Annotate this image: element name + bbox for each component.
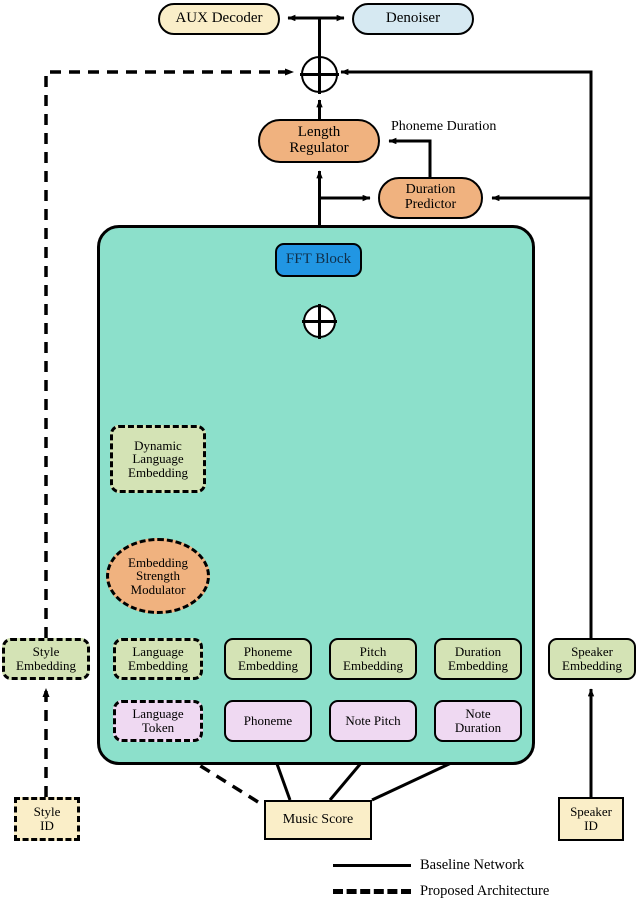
node-label-language_token: Language Token <box>132 706 184 735</box>
node-aux_decoder: AUX Decoder <box>158 3 280 35</box>
legend: Baseline Network Proposed Architecture <box>333 852 549 898</box>
node-music_score: Music Score <box>264 800 372 840</box>
node-label-aux_decoder: AUX Decoder <box>175 10 263 27</box>
node-language_embedding: Language Embedding <box>113 638 203 680</box>
node-phoneme: Phoneme <box>224 700 312 742</box>
node-denoiser: Denoiser <box>352 3 474 35</box>
legend-proposed: Proposed Architecture <box>333 878 549 898</box>
node-fft_block: FFT Block <box>275 243 362 277</box>
node-pitch_embedding: Pitch Embedding <box>329 638 417 680</box>
legend-baseline: Baseline Network <box>333 852 549 878</box>
node-label-note_pitch: Note Pitch <box>345 713 401 729</box>
node-label-fft_block: FFT Block <box>285 251 352 268</box>
node-phoneme_embedding: Phoneme Embedding <box>224 638 312 680</box>
node-speaker_embedding: Speaker Embedding <box>548 638 636 680</box>
node-label-speaker_embedding: Speaker Embedding <box>562 644 622 673</box>
phoneme_duration_label: Phoneme Duration <box>391 119 497 134</box>
sum-operator-fft <box>302 304 337 339</box>
node-label-style_embedding: Style Embedding <box>16 644 76 673</box>
legend-proposed-swatch <box>333 888 411 894</box>
node-note_pitch: Note Pitch <box>329 700 417 742</box>
node-label-denoiser: Denoiser <box>385 10 441 27</box>
node-label-style_id: Style ID <box>33 804 61 833</box>
node-emb_strength_mod: Embedding Strength Modulator <box>106 538 210 614</box>
node-label-speaker_id: Speaker ID <box>570 804 612 833</box>
node-label-phoneme_embedding: Phoneme Embedding <box>238 644 298 673</box>
node-label-phoneme: Phoneme <box>243 713 293 729</box>
node-dynamic_lang_emb: Dynamic Language Embedding <box>110 425 206 493</box>
node-language_token: Language Token <box>113 700 203 742</box>
node-label-duration_predictor: Duration Predictor <box>404 182 457 212</box>
architecture-diagram: AUX Decoder Denoiser Length Regulator Durat… <box>0 0 638 898</box>
node-style_id: Style ID <box>14 797 80 841</box>
legend-baseline-label: Baseline Network <box>420 856 525 873</box>
node-label-music_score: Music Score <box>282 811 354 827</box>
node-label-language_embedding: Language Embedding <box>128 644 188 673</box>
node-label-length_regulator: Length Regulator <box>289 124 349 156</box>
node-label-dynamic_lang_emb: Dynamic Language Embedding <box>128 437 188 480</box>
edge-dp-to-lr <box>388 137 432 177</box>
node-speaker_id: Speaker ID <box>558 797 624 841</box>
node-duration_embedding: Duration Embedding <box>434 638 522 680</box>
sum-operator-top <box>300 55 339 94</box>
legend-proposed-label: Proposed Architecture <box>420 882 550 898</box>
node-label-duration_embedding: Duration Embedding <box>448 644 508 673</box>
node-length_regulator: Length Regulator <box>258 119 380 163</box>
node-note_duration: Note Duration <box>434 700 522 742</box>
legend-baseline-swatch <box>333 863 411 867</box>
node-style_embedding: Style Embedding <box>2 638 90 680</box>
node-duration_predictor: Duration Predictor <box>378 177 483 219</box>
node-label-note_duration: Note Duration <box>454 706 502 735</box>
node-label-pitch_embedding: Pitch Embedding <box>343 644 403 673</box>
node-label-emb_strength_mod: Embedding Strength Modulator <box>128 554 188 597</box>
